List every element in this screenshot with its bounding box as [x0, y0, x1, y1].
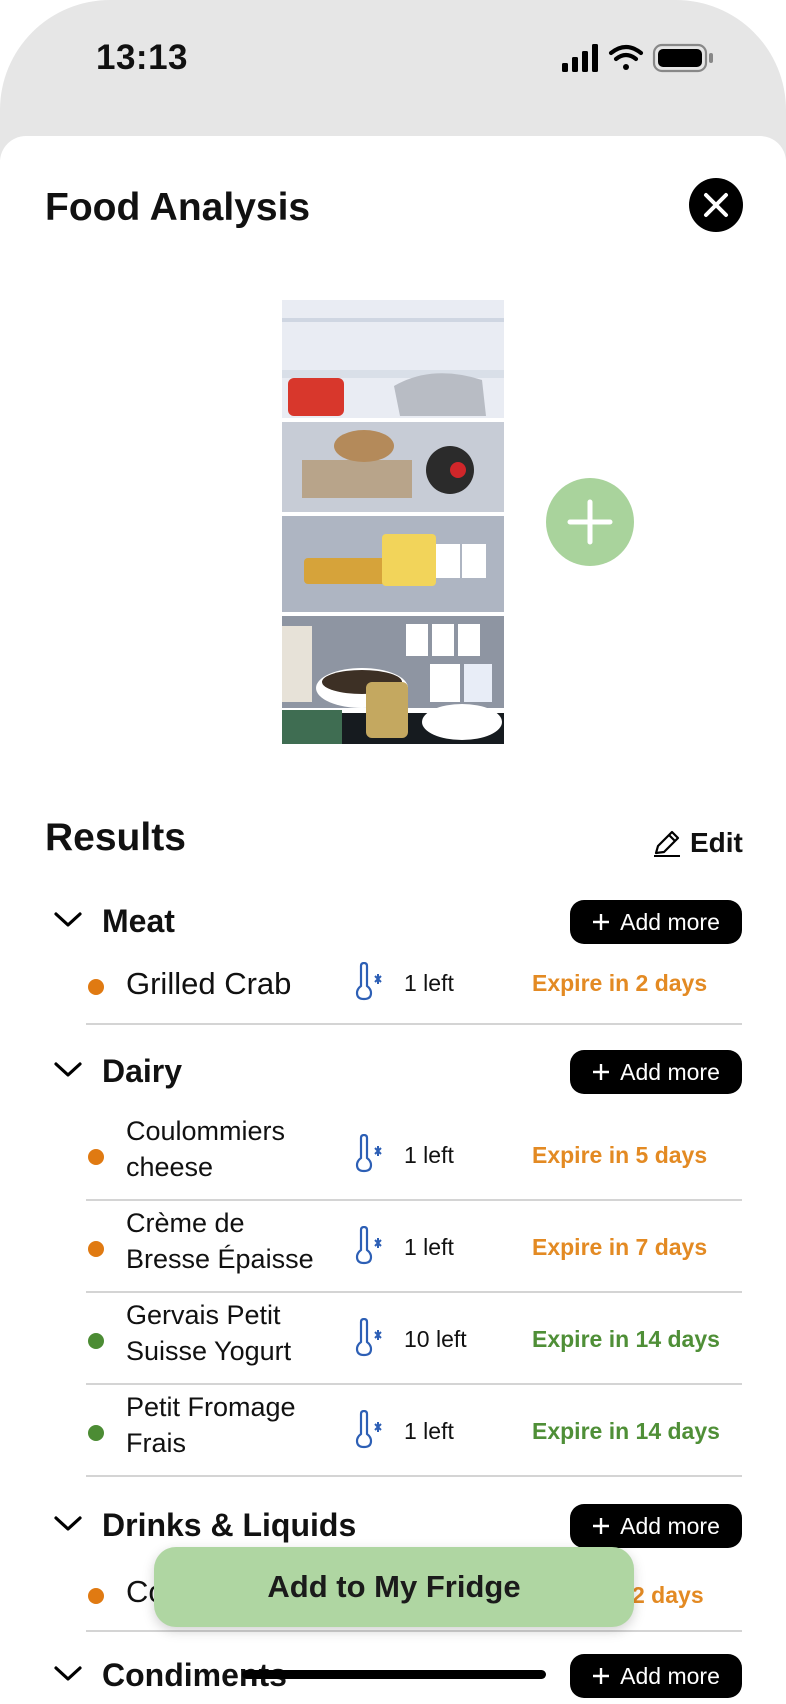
- plus-icon: [593, 1668, 610, 1684]
- thermometer-icon: [355, 1410, 382, 1449]
- list-item[interactable]: Grilled Crab 1 left Expire in 2 days: [0, 962, 786, 1026]
- add-more-label: Add more: [620, 1058, 720, 1085]
- chevron-down-icon[interactable]: [53, 1512, 83, 1534]
- add-more-button-dairy[interactable]: Add more: [570, 1050, 742, 1094]
- item-quantity: 1 left: [404, 1234, 454, 1260]
- page-title: Food Analysis: [45, 186, 311, 229]
- plus-icon: [593, 1518, 610, 1534]
- thermometer-icon: [355, 962, 382, 1001]
- divider: [86, 1023, 742, 1025]
- fridge-photo-image: [282, 300, 504, 744]
- list-item[interactable]: Petit Fromage Frais 1 left Expire in 14 …: [0, 1385, 786, 1477]
- results-title: Results: [45, 816, 186, 859]
- item-name: Crème de Bresse Épaisse: [126, 1208, 314, 1274]
- status-dot: [88, 1588, 104, 1604]
- add-more-label: Add more: [620, 1512, 720, 1539]
- item-expiry: Expire in 14 days: [532, 1326, 720, 1352]
- cellular-signal-icon: [562, 44, 598, 72]
- status-dot: [88, 979, 104, 995]
- food-analysis-sheet: Food Analysis Results Edit Meat Add more…: [0, 136, 786, 1704]
- item-name: Gervais Petit Suisse Yogurt: [126, 1300, 292, 1366]
- add-more-label: Add more: [620, 1662, 720, 1689]
- pencil-icon: [654, 830, 680, 857]
- item-expiry: Expire in 2 days: [532, 970, 708, 996]
- close-icon: [704, 193, 728, 217]
- edit-button[interactable]: Edit: [652, 824, 743, 862]
- plus-icon: [593, 914, 610, 930]
- wifi-icon: [608, 44, 644, 70]
- category-header-meat[interactable]: Meat Add more: [0, 900, 786, 946]
- list-item[interactable]: Coulommiers cheese 1 left Expire in 5 da…: [0, 1109, 786, 1201]
- item-expiry: Expire in 7 days: [532, 1234, 708, 1260]
- category-header-drinks[interactable]: Drinks & Liquids Add more: [0, 1504, 786, 1550]
- status-dot: [88, 1149, 104, 1165]
- home-indicator[interactable]: [242, 1670, 546, 1679]
- add-photo-button[interactable]: [546, 478, 634, 566]
- add-more-button-meat[interactable]: Add more: [570, 900, 742, 944]
- edit-label: Edit: [690, 827, 743, 858]
- item-name: Coulommiers cheese: [126, 1116, 286, 1182]
- thermometer-icon: [355, 1318, 382, 1357]
- status-dot: [88, 1241, 104, 1257]
- plus-icon: [567, 499, 613, 545]
- item-name: Grilled Crab: [126, 966, 292, 1001]
- chevron-down-icon[interactable]: [53, 1662, 83, 1684]
- list-item[interactable]: Crème de Bresse Épaisse 1 left Expire in…: [0, 1201, 786, 1293]
- fridge-photo[interactable]: [282, 300, 504, 744]
- item-quantity: 1 left: [404, 1142, 454, 1168]
- chevron-down-icon[interactable]: [53, 1058, 83, 1080]
- add-to-fridge-button[interactable]: Add to My Fridge: [154, 1547, 634, 1627]
- chevron-down-icon[interactable]: [53, 908, 83, 930]
- category-name: Dairy: [102, 1053, 183, 1089]
- category-name: Drinks & Liquids: [102, 1507, 357, 1543]
- add-more-button-drinks[interactable]: Add more: [570, 1504, 742, 1548]
- add-to-fridge-label: Add to My Fridge: [267, 1569, 521, 1604]
- battery-icon: [652, 43, 713, 73]
- divider: [86, 1475, 742, 1477]
- category-header-dairy[interactable]: Dairy Add more: [0, 1050, 786, 1096]
- add-more-button-condiments[interactable]: Add more: [570, 1654, 742, 1698]
- thermometer-icon: [355, 1226, 382, 1265]
- item-expiry: 2 days: [632, 1582, 704, 1608]
- divider: [86, 1630, 742, 1632]
- plus-icon: [593, 1064, 610, 1080]
- add-more-label: Add more: [620, 908, 720, 935]
- close-button[interactable]: [689, 178, 743, 232]
- item-quantity: 1 left: [404, 970, 454, 996]
- item-expiry: Expire in 14 days: [532, 1418, 720, 1444]
- item-expiry: Expire in 5 days: [532, 1142, 708, 1168]
- status-time: 13:13: [96, 38, 189, 77]
- status-dot: [88, 1333, 104, 1349]
- list-item[interactable]: Gervais Petit Suisse Yogurt 10 left Expi…: [0, 1293, 786, 1385]
- category-name: Meat: [102, 903, 175, 939]
- status-dot: [88, 1425, 104, 1441]
- status-icons: [562, 43, 713, 73]
- item-quantity: 10 left: [404, 1326, 467, 1352]
- item-quantity: 1 left: [404, 1418, 454, 1444]
- thermometer-icon: [355, 1134, 382, 1173]
- item-name: Petit Fromage Frais: [126, 1392, 296, 1458]
